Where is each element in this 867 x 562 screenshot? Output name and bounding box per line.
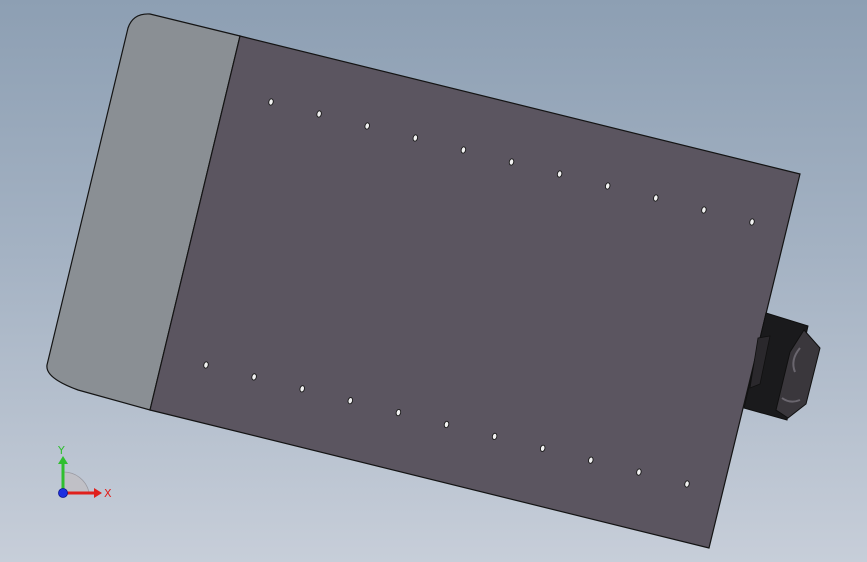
x-axis-label: X (104, 487, 112, 500)
y-axis-arrow (58, 456, 68, 464)
x-axis-arrow (94, 488, 102, 498)
model-view[interactable] (0, 0, 867, 562)
y-axis-label: Y (57, 444, 65, 457)
coordinate-triad: X Y (57, 444, 112, 500)
triad-arc (62, 471, 90, 493)
z-axis-dot (58, 488, 68, 498)
enclosure-body[interactable] (149, 35, 801, 549)
graphics-viewport[interactable]: X Y (0, 0, 867, 562)
